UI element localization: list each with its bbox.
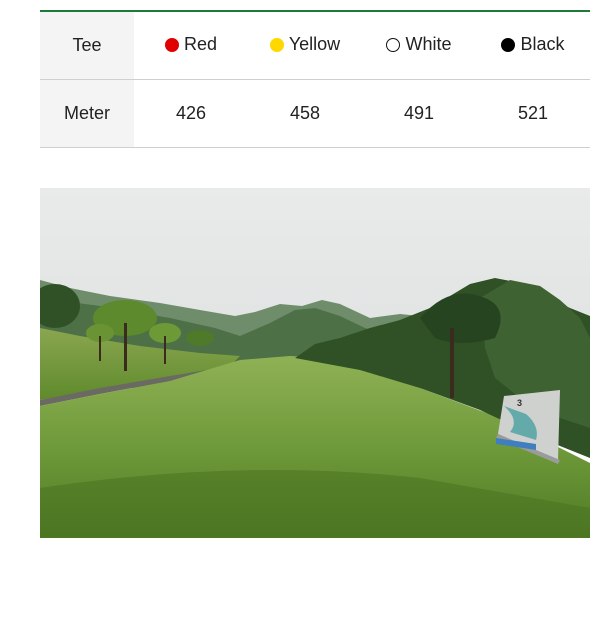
tee-row: Tee Red Yellow White Black — [40, 11, 590, 80]
black-tee-dot-icon — [501, 37, 516, 52]
tee-name-black: Black — [520, 34, 565, 55]
tee-name-white: White — [405, 34, 452, 55]
tee-black: Black — [476, 11, 590, 80]
tee-white: White — [362, 11, 476, 80]
meter-black: 521 — [476, 79, 590, 148]
tee-red: Red — [134, 11, 248, 80]
white-tee-dot-icon — [386, 37, 401, 52]
meter-row: Meter 426 458 491 521 — [40, 79, 590, 148]
meter-row-header: Meter — [40, 79, 134, 148]
hole-sign-number: 3 — [517, 398, 522, 408]
tee-name-red: Red — [183, 34, 218, 55]
meter-white: 491 — [362, 79, 476, 148]
red-tee-dot-icon — [164, 37, 179, 52]
tee-distance-table: Tee Red Yellow White Black Meter 426 458… — [40, 10, 590, 148]
pine-trunk — [450, 328, 454, 398]
tee-name-yellow: Yellow — [288, 34, 341, 55]
tee-row-header: Tee — [40, 11, 134, 80]
golf-course-photo: 3 — [40, 188, 590, 538]
yellow-tee-dot-icon — [269, 37, 284, 52]
meter-yellow: 458 — [248, 79, 362, 148]
meter-red: 426 — [134, 79, 248, 148]
tee-yellow: Yellow — [248, 11, 362, 80]
